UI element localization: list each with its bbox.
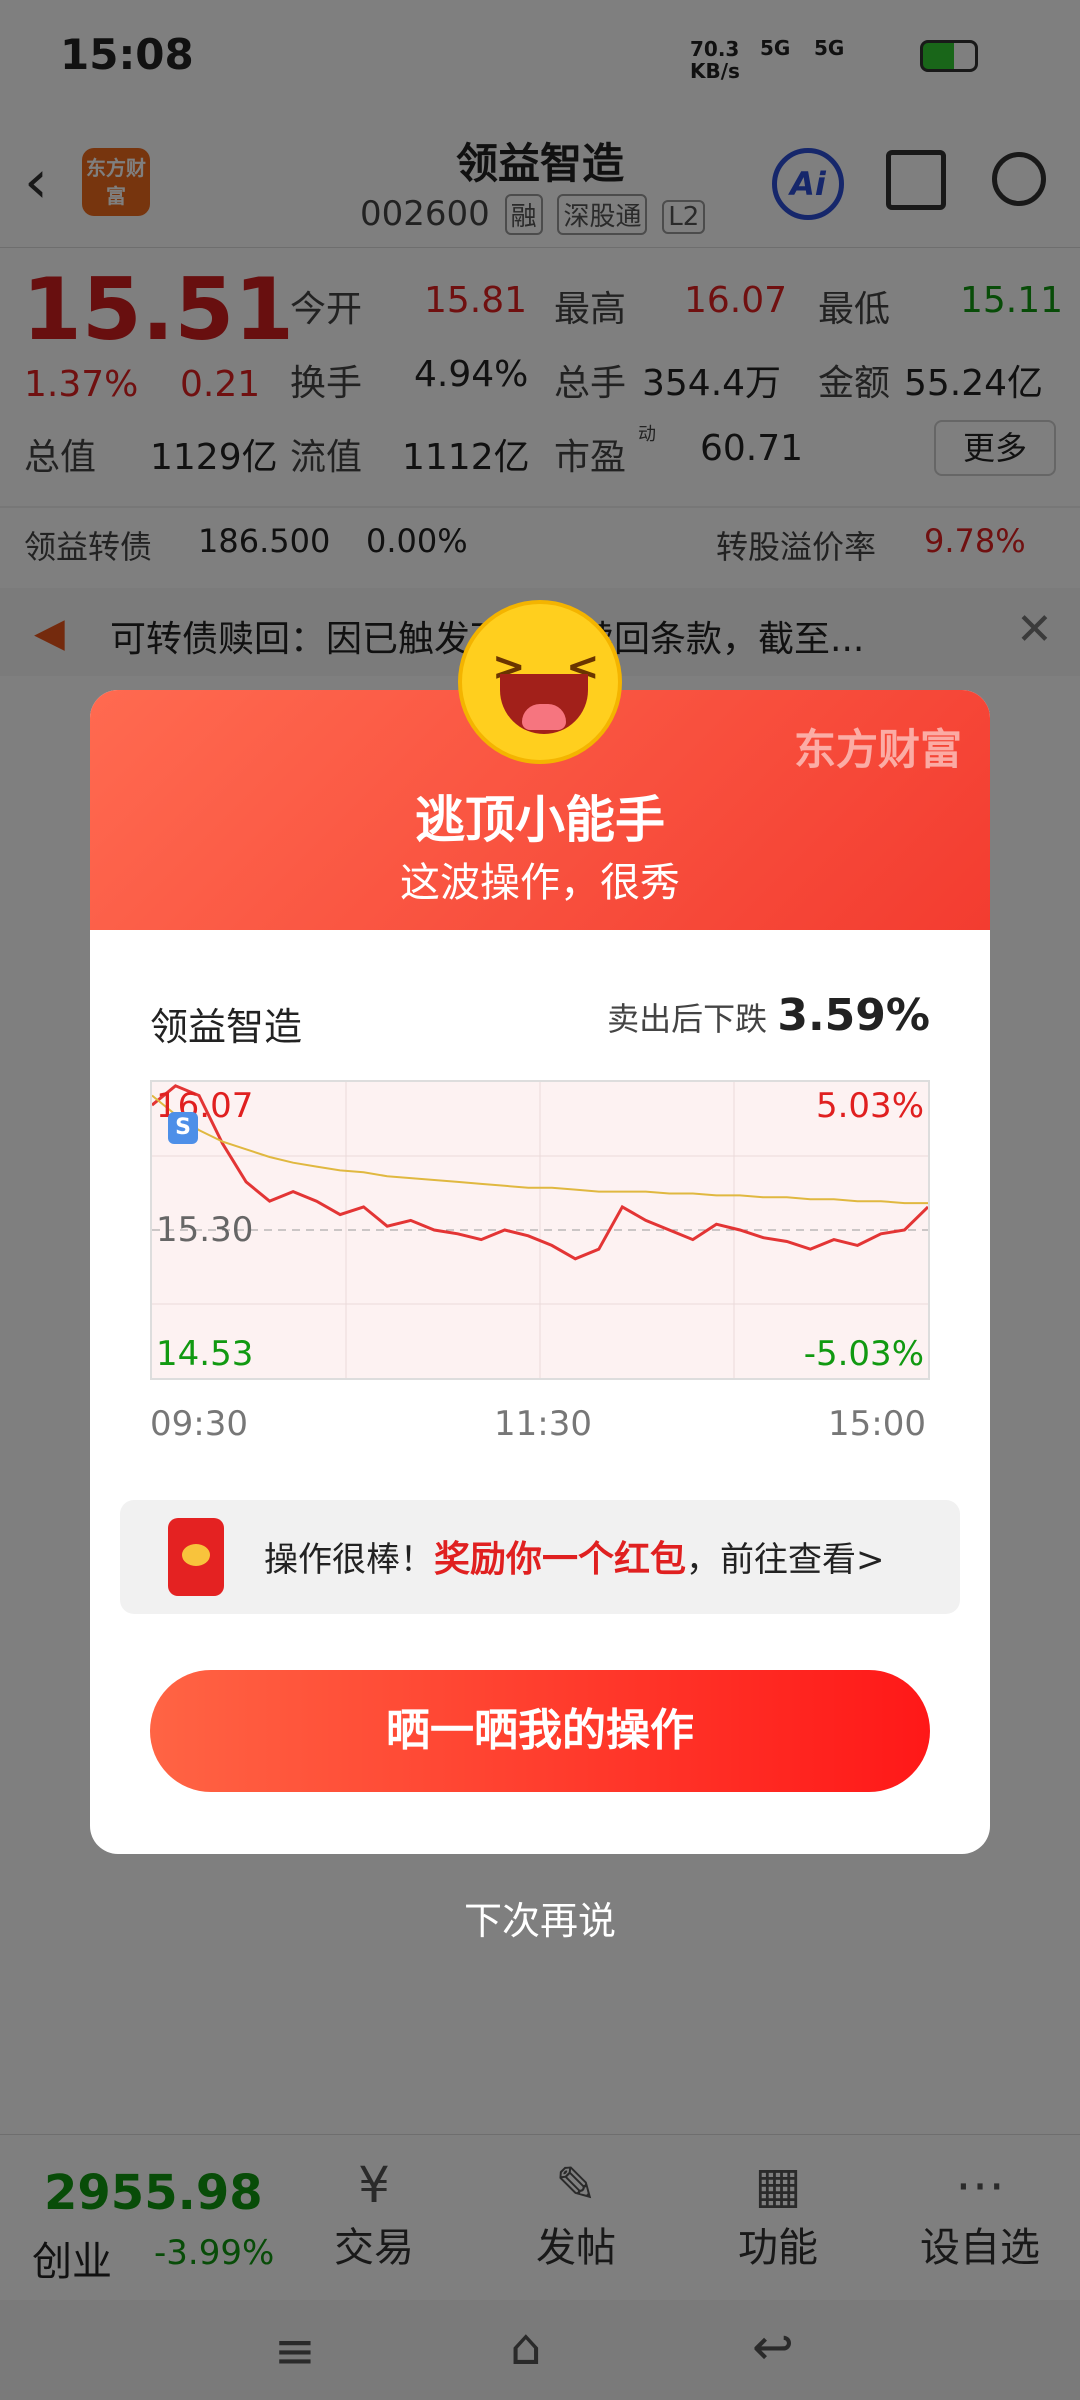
chart-low-price: 14.53 — [156, 1334, 254, 1374]
hint-highlight: 奖励你一个红包 — [434, 1539, 687, 1580]
red-packet-hint[interactable]: 操作很棒！奖励你一个红包，前往查看> — [120, 1500, 960, 1614]
hint-text: 操作很棒！奖励你一个红包，前往查看> — [264, 1530, 885, 1582]
time-end: 15:00 — [828, 1404, 926, 1444]
modal-subtitle: 这波操作，很秀 — [400, 860, 680, 906]
time-mid: 11:30 — [494, 1404, 592, 1444]
drop-value: 3.59% — [777, 990, 930, 1041]
modal-stock-name: 领益智造 — [150, 1005, 303, 1049]
time-start: 09:30 — [150, 1404, 248, 1444]
chart-low-pct: -5.03% — [803, 1334, 924, 1374]
share-operation-button[interactable]: 晒一晒我的操作 — [150, 1670, 930, 1792]
hint-post: ，前往查看> — [686, 1540, 885, 1580]
chart-mid-price: 15.30 — [156, 1210, 254, 1250]
drop-label: 卖出后下跌 — [607, 1000, 768, 1038]
modal-brand: 东方财富 — [793, 725, 962, 774]
sell-marker-icon: S — [168, 1112, 198, 1144]
drop-after-sell: 卖出后下跌 3.59% — [607, 990, 930, 1041]
modal-title: 逃顶小能手 — [415, 791, 665, 849]
achievement-modal: 东方财富 逃顶小能手 这波操作，很秀 > < 领益智造 卖出后下跌 3.59% … — [90, 600, 990, 1854]
laughing-emoji-icon: > < — [458, 600, 622, 764]
dismiss-later-button[interactable]: 下次再说 — [0, 1890, 1080, 1945]
hint-pre: 操作很棒！ — [264, 1540, 434, 1580]
chart-high-pct: 5.03% — [815, 1086, 924, 1126]
red-envelope-icon — [168, 1518, 224, 1596]
intraday-chart: 16.07 5.03% 15.30 14.53 -5.03% S — [150, 1080, 930, 1380]
